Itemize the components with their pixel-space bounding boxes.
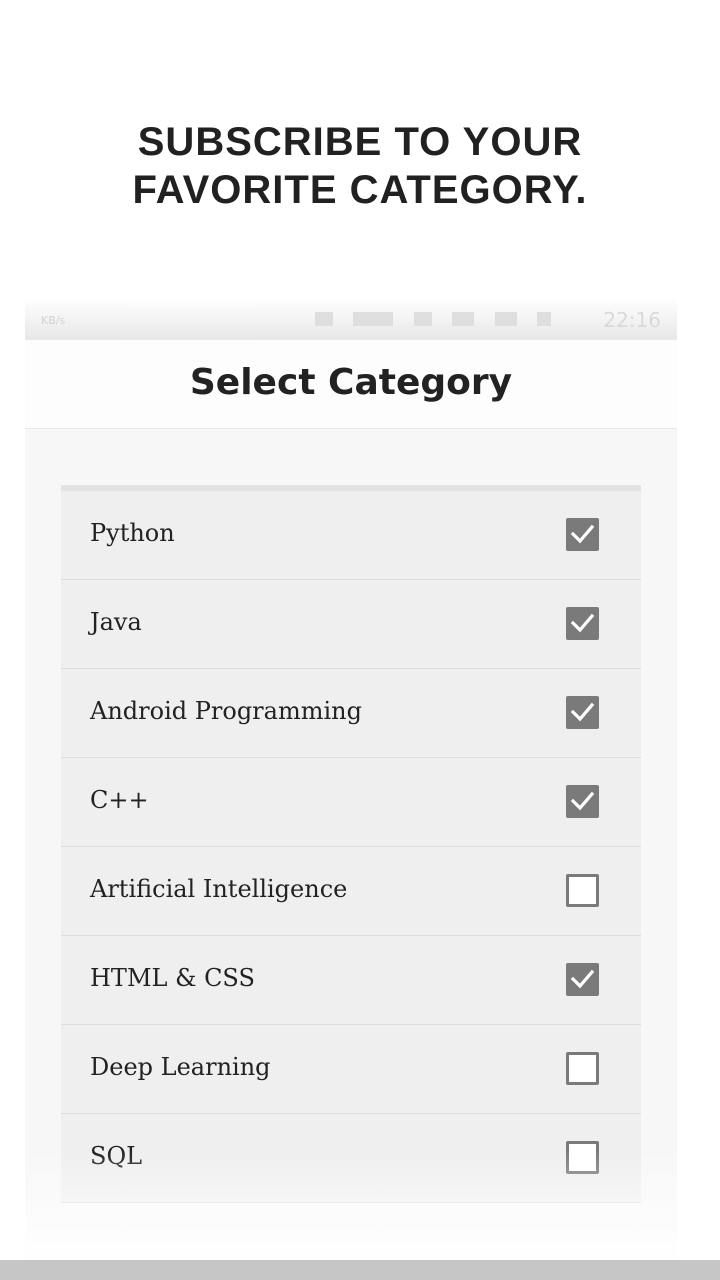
checkbox-checked[interactable] [566, 696, 599, 729]
category-row[interactable]: Android Programming [61, 669, 641, 758]
checkbox-unchecked[interactable] [566, 874, 599, 907]
category-row[interactable]: HTML & CSS [61, 936, 641, 1025]
signal-bars-icon [353, 311, 394, 326]
battery-icon [537, 311, 552, 326]
category-row[interactable]: C++ [61, 758, 641, 847]
category-label: Python [90, 519, 175, 547]
checkmark-icon [570, 969, 595, 989]
phone-mockup: KB/s 22:16 Select Category Python Java And… [25, 300, 677, 1260]
status-time: 22:16 [603, 308, 661, 332]
vibrate-icon [315, 311, 333, 326]
checkbox-checked[interactable] [566, 785, 599, 818]
wifi-icon [413, 311, 432, 326]
checkbox-unchecked[interactable] [566, 1052, 599, 1085]
status-bar: KB/s 22:16 [25, 300, 677, 340]
category-row[interactable]: SQL [61, 1114, 641, 1203]
promo-headline-line1: SUBSCRIBE TO YOUR [137, 120, 583, 164]
category-label: Android Programming [90, 697, 362, 725]
page-title: Select Category [189, 362, 513, 403]
category-label: Java [90, 608, 142, 636]
app-bar: Select Category [25, 340, 677, 429]
screen: SUBSCRIBE TO YOUR FAVORITE CATEGORY. KB/… [0, 0, 720, 1280]
checkmark-icon [570, 702, 595, 722]
category-row[interactable]: Deep Learning [61, 1025, 641, 1114]
cell-signal-2-icon [494, 311, 517, 326]
checkmark-icon [570, 613, 595, 633]
category-row[interactable]: Python [61, 491, 641, 580]
promo-headline-line2: FAVORITE CATEGORY. [132, 168, 588, 212]
category-row[interactable]: Java [61, 580, 641, 669]
category-label: Deep Learning [90, 1053, 271, 1081]
category-label: Artificial Intelligence [90, 875, 348, 903]
checkbox-checked[interactable] [566, 518, 599, 551]
category-label: SQL [90, 1142, 143, 1170]
checkbox-unchecked[interactable] [566, 1141, 599, 1174]
cell-signal-icon [452, 311, 475, 326]
category-label: C++ [90, 786, 149, 814]
category-label: HTML & CSS [90, 964, 255, 992]
checkbox-checked[interactable] [566, 607, 599, 640]
status-icons [315, 310, 615, 330]
category-row[interactable]: Artificial Intelligence [61, 847, 641, 936]
network-speed: KB/s [41, 314, 66, 327]
bottom-bar [0, 1260, 720, 1280]
promo-headline: SUBSCRIBE TO YOUR FAVORITE CATEGORY. [0, 118, 720, 214]
checkmark-icon [570, 791, 595, 811]
category-list: Python Java Android Programming C++ Artifici… [61, 485, 641, 1203]
checkbox-checked[interactable] [566, 963, 599, 996]
checkmark-icon [570, 524, 595, 544]
